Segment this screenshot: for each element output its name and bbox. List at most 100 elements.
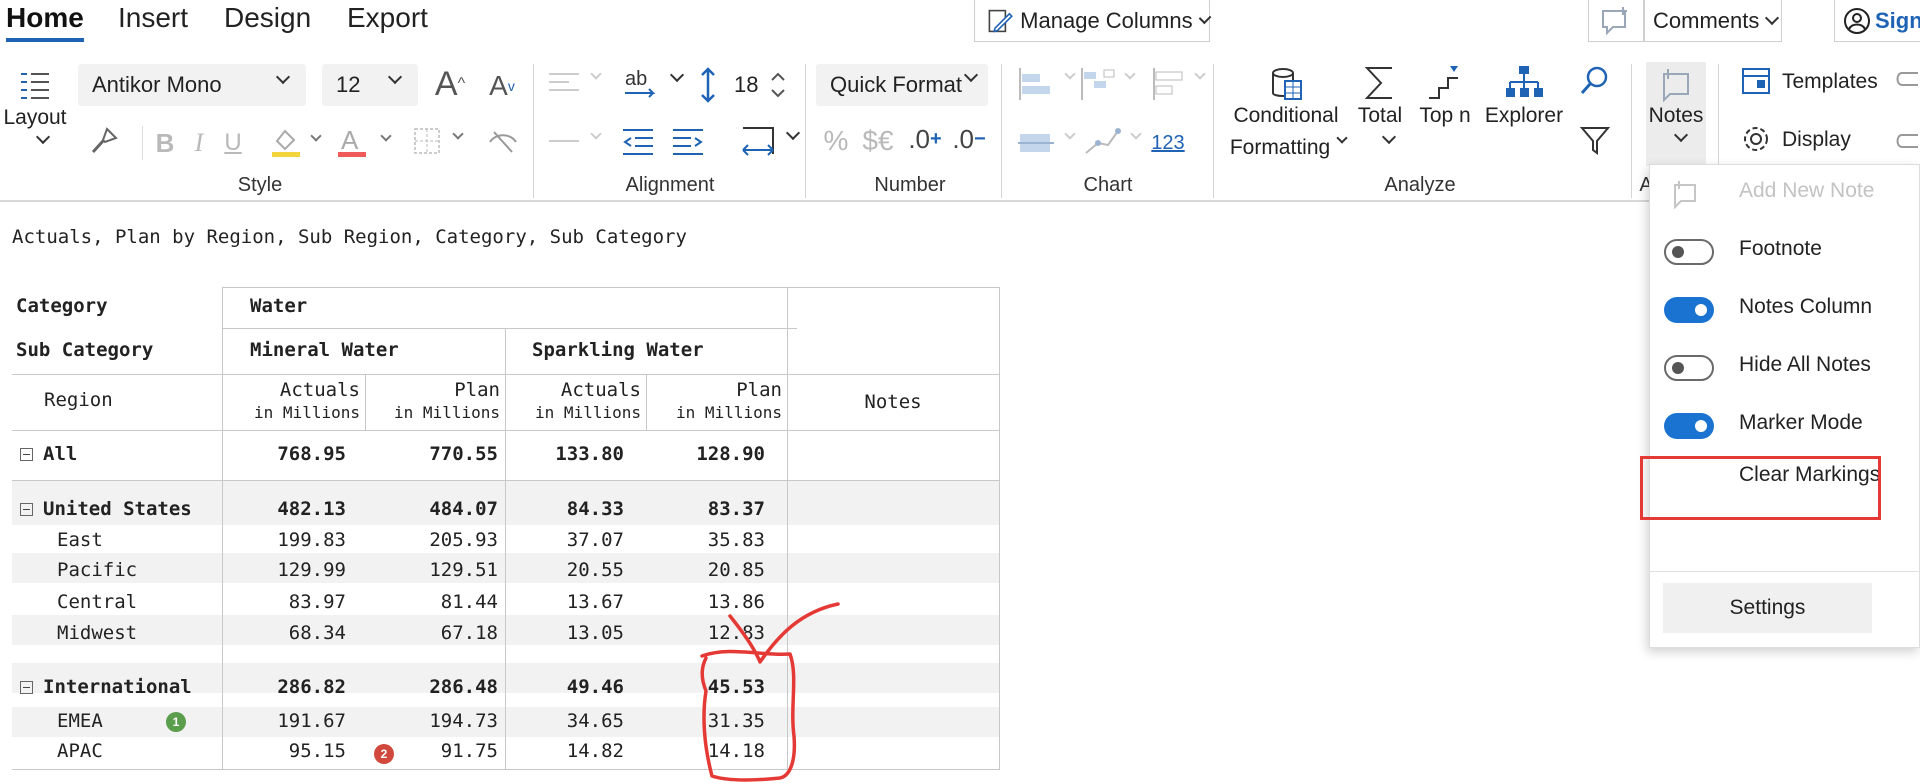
percent-icon[interactable]: % [820,122,852,160]
bold-icon[interactable]: B [152,126,178,160]
tab-export[interactable]: Export [347,0,428,36]
comment-add-icon [1602,6,1627,35]
manage-columns-button[interactable]: Manage Columns [974,0,1212,42]
chevron-down-icon [275,69,291,85]
layout-button[interactable]: Layout [0,106,70,130]
row-label: Pacific [57,559,138,581]
notes-label: Notes [1648,104,1704,127]
collapse-icon[interactable] [20,448,33,461]
redo-icon[interactable] [1892,128,1920,158]
add-comment-button[interactable] [1588,0,1644,42]
cell-value: 20.55 [566,559,624,581]
italic-icon[interactable]: I [186,126,212,160]
group-label-analyze: Analyze [1384,174,1456,196]
collapse-icon[interactable] [20,681,33,694]
hide-icon[interactable] [486,126,520,158]
cell-value: 67.18 [440,622,498,644]
group-label-number: Number [874,174,946,196]
note-marker[interactable]: 1 [166,712,186,732]
font-family-select[interactable]: Antikor Mono [78,64,306,106]
chevron-down-icon [1198,10,1212,25]
category-value: Water [250,295,308,317]
bar-chart-icon[interactable] [1014,64,1058,104]
cell-value: 83.97 [288,591,346,613]
decrease-decimal-icon[interactable]: .0− [946,118,992,160]
align-middle-icon[interactable] [544,126,584,156]
column-unit: in Millions [676,403,782,422]
user-icon [1844,7,1870,34]
row-label: EMEA [57,710,103,732]
add-new-note-item[interactable]: Add New Note [1650,165,1920,221]
chevron-down-icon [1064,128,1076,140]
category-header-label: Category [16,295,108,317]
sign-in-button[interactable]: Sign [1834,0,1920,42]
total-button[interactable]: Total [1352,104,1408,128]
search-icon[interactable] [1578,64,1612,98]
quick-format-select[interactable]: Quick Format [816,64,988,106]
fill-color-icon[interactable] [268,124,304,160]
footnote-toggle[interactable] [1664,239,1714,265]
cell-value: 128.90 [696,443,765,465]
explorer-button[interactable]: Explorer [1480,104,1568,128]
row-label[interactable]: All [20,443,77,465]
footnote-toggle-item[interactable]: Footnote [1650,223,1920,279]
variance-chart-icon[interactable] [1148,64,1192,104]
line-chart-icon[interactable] [1080,124,1124,160]
indent-icon[interactable] [670,124,706,158]
increase-font-icon[interactable]: A ^ [432,62,468,106]
wrap-text-icon[interactable]: ab [620,66,662,102]
decrease-font-icon[interactable]: Av [484,66,520,106]
cell-value: 84.33 [566,498,624,520]
line-height-input[interactable]: 18 [724,64,792,106]
top-n-button[interactable]: Top n [1414,104,1476,128]
font-color-icon[interactable]: A [334,124,370,160]
chevron-down-icon [669,67,685,83]
borders-icon[interactable] [410,124,444,158]
underline-icon[interactable]: U [220,126,246,160]
collapse-icon[interactable] [20,503,33,516]
cell-value: 194.73 [429,710,498,732]
chevron-down-icon [963,67,979,83]
align-left-icon[interactable] [544,68,584,98]
filter-icon[interactable] [1578,122,1612,158]
marker-mode-toggle[interactable] [1664,413,1714,439]
notes-column-toggle[interactable] [1664,297,1714,323]
chevron-down-icon [380,130,392,142]
row-label[interactable]: United States [20,498,192,520]
tab-home[interactable]: Home [6,0,84,42]
top-n-icon [1424,62,1464,104]
undo-icon[interactable] [1892,66,1920,96]
waterfall-chart-icon[interactable] [1076,64,1120,104]
group-label-alignment: Alignment [625,174,715,196]
column-header: Actuals [279,379,360,401]
column-width-icon[interactable] [738,122,778,160]
increase-decimal-label: .0 [908,123,930,154]
notes-button[interactable]: Notes [1646,62,1706,166]
row-label[interactable]: International [20,676,192,698]
font-size-select[interactable]: 12 [322,64,418,106]
marker-mode-toggle-item[interactable]: Marker Mode [1650,397,1920,453]
currency-icon[interactable]: $€ [858,122,898,160]
report-title: Actuals, Plan by Region, Sub Region, Cat… [12,226,687,248]
add-note-icon [1674,181,1696,209]
format-painter-icon[interactable] [88,124,120,158]
hide-all-notes-toggle[interactable] [1664,355,1714,381]
tab-design[interactable]: Design [224,0,311,36]
outdent-icon[interactable] [620,124,656,158]
notes-column-toggle-item[interactable]: Notes Column [1650,281,1920,337]
cell-value: 37.07 [566,529,624,551]
number-chart-icon[interactable]: 123 [1148,126,1188,160]
settings-button[interactable]: Settings [1663,583,1872,633]
comments-button[interactable]: Comments [1644,0,1782,42]
chevron-down-icon [785,125,801,141]
hide-all-notes-toggle-item[interactable]: Hide All Notes [1650,339,1920,395]
display-button[interactable]: Display [1782,128,1851,152]
top-tab-bar: Home Insert Design Export Manage Columns… [0,0,1920,44]
tab-insert[interactable]: Insert [118,0,188,36]
cell-value: 129.99 [277,559,346,581]
templates-button[interactable]: Templates [1782,70,1878,94]
increase-decimal-icon[interactable]: .0 + [902,118,948,160]
conditional-formatting-button[interactable]: Conditional [1224,104,1348,128]
chevron-down-icon [35,129,51,145]
column-chart-icon[interactable] [1014,126,1058,160]
